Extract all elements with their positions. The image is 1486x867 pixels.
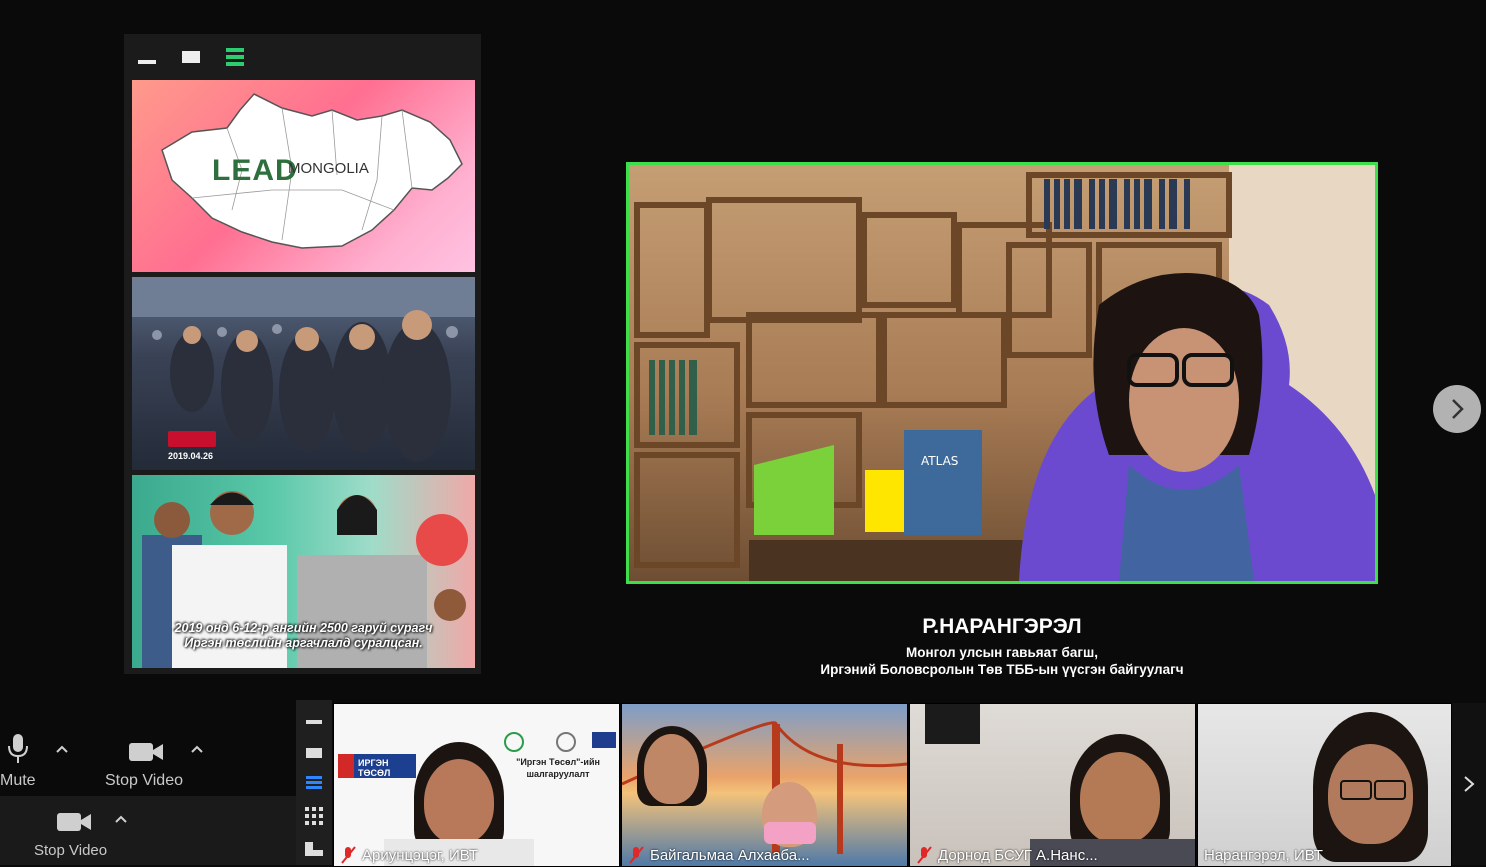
gallery-view-button[interactable] [224,46,246,68]
next-page-button[interactable] [1433,385,1481,433]
mute-button[interactable]: Mute [0,732,55,792]
thumbnail-strip-controls [296,700,332,865]
chevron-up-icon[interactable] [55,744,69,754]
participant-face [1080,752,1160,844]
video-camera-icon [57,813,91,831]
screen-share-view-icon[interactable] [305,842,323,858]
participant-tile[interactable]: Байгальмаа Алхааба... [621,703,908,867]
bottom-toolbar: Stop Video [0,796,296,865]
chevron-up-icon[interactable] [114,814,128,824]
participant-tile[interactable]: Дорнод БСУГ А.Нанс... [909,703,1196,867]
speaker-view-button[interactable] [180,46,202,68]
glasses-left [1340,780,1372,800]
slide-caption: 2019 онд 6-12-р ангийн 2500 гаруй сурагч… [132,621,475,651]
chevron-up-icon[interactable] [190,744,204,754]
caption-line-2: Иргэн төслийн аргачлалд суралцсан. [184,636,423,650]
grid-icon[interactable] [305,807,323,825]
participant-name-bar: Байгальмаа Алхааба... [622,844,907,866]
bottom-stop-video-button[interactable]: Stop Video [30,806,120,864]
lead-logo-text: LEAD [212,154,298,187]
muted-mic-icon [629,846,644,864]
participant-face [644,734,699,804]
participant-tile[interactable]: ИРГЭН ТӨСӨЛ "Иргэн Төсөл"-ийн шалгаруула… [333,703,620,867]
muted-mic-icon [917,846,932,864]
stop-video-button[interactable]: Stop Video [100,732,190,792]
mute-label: Mute [0,772,36,789]
conference-photo-slide: 2019.04.26 [132,277,475,470]
usaid-logo [592,732,616,748]
wall-picture [925,704,980,744]
slide-heading: "Иргэн Төсөл"-ийн шалгаруулалт [516,757,600,779]
strip-next-button[interactable] [1452,703,1486,865]
speaker-title-line-2: Иргэний Боловсролын Төв ТББ-ын үүсгэн ба… [820,662,1184,677]
chevron-right-icon [1452,399,1464,419]
stop-video-label: Stop Video [105,772,183,789]
minimize-view-button[interactable] [136,46,158,68]
participant-name-bar: Дорнод БСУГ А.Нанс... [910,844,1195,866]
lead-mongolia-slide: LEAD MONGOLIA [132,80,475,272]
strip-minimize-button[interactable] [306,720,322,724]
caption-line-1: 2019 онд 6-12-р ангийн 2500 гаруй сурагч [174,621,433,635]
participant-name: Ариунцэцэг, ИВТ [362,846,478,864]
strip-speaker-button[interactable] [306,748,322,758]
speaker-title-line-1: Монгол улсын гавьяат багш, [906,645,1098,660]
participant-name-bar: Ариунцэцэг, ИВТ [334,844,619,866]
active-speaker-video: ATLAS [626,162,1378,584]
chevron-right-icon [1464,776,1475,792]
shared-slides-panel: LEAD MONGOLIA 2019.04.26 2019 онд 6-12-р… [124,34,481,674]
mongolia-logo-text: MONGOLIA [288,160,369,177]
strip-gallery-button[interactable] [306,776,322,790]
atlas-book-title: ATLAS [921,454,958,468]
students-photo-slide: 2019 онд 6-12-р ангийн 2500 гаруй сурагч… [132,475,475,668]
glasses-right [1374,780,1406,800]
participant-name: Нарангэрэл, ИВТ [1204,846,1323,864]
participant-name: Байгальмаа Алхааба... [650,846,810,864]
video-camera-icon [129,743,163,761]
irgen-tosol-logo: ИРГЭН ТӨСӨЛ [338,754,416,778]
speaker-bookshelf-scene: ATLAS [634,165,1375,581]
partner-logo [504,732,524,752]
participant-name: Дорнод БСУГ А.Нанс... [938,846,1098,864]
conference-date: 2019.04.26 [168,451,214,461]
participant-face [424,759,494,844]
speaker-name: Р.НАРАНГЭРЭЛ [922,615,1082,638]
face-mask [764,822,816,844]
muted-mic-icon [341,846,356,864]
tv-channel-logo [168,431,216,447]
participant-tile[interactable]: Нарангэрэл, ИВТ [1197,703,1452,867]
logo-text: ИРГЭН ТӨСӨЛ [358,758,391,778]
microphone-icon [8,734,28,763]
participant-name-bar: Нарангэрэл, ИВТ [1198,844,1451,866]
bottom-stop-video-label: Stop Video [34,842,108,859]
partner-logo [556,732,576,752]
